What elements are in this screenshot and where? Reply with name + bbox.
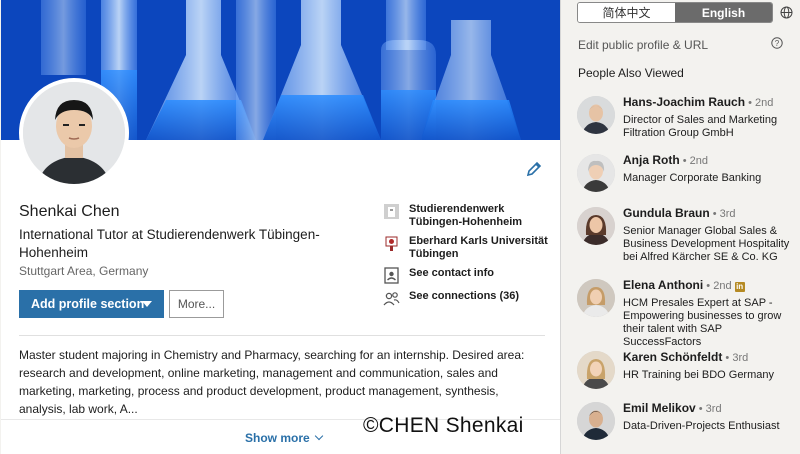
lang-option-english[interactable]: English: [675, 3, 772, 22]
person-photo: [577, 279, 615, 317]
help-icon[interactable]: ?: [771, 37, 783, 49]
person-name[interactable]: Hans-Joachim Rauch: [623, 95, 745, 109]
add-profile-section-label: Add profile section: [31, 297, 145, 311]
people-also-viewed-title: People Also Viewed: [578, 66, 684, 80]
school-label: Eberhard Karls Universität Tübingen: [409, 235, 548, 260]
person-name[interactable]: Gundula Braun: [623, 206, 710, 220]
degree-badge: • 2nd: [682, 155, 708, 167]
degree-badge: • 3rd: [712, 208, 736, 220]
list-item[interactable]: Gundula Braun • 3rd Senior Manager Globa…: [577, 207, 797, 264]
person-name[interactable]: Emil Melikov: [623, 401, 696, 415]
person-photo: [577, 96, 615, 134]
side-item-school[interactable]: Eberhard Karls Universität Tübingen: [383, 235, 553, 261]
profile-location: Stuttgart Area, Germany: [19, 264, 149, 278]
avatar[interactable]: [577, 351, 615, 389]
person-name[interactable]: Anja Roth: [623, 153, 680, 167]
list-item[interactable]: Anja Roth • 2nd Manager Corporate Bankin…: [577, 154, 797, 192]
more-button[interactable]: More...: [169, 290, 224, 318]
list-item[interactable]: Hans-Joachim Rauch • 2nd Director of Sal…: [577, 96, 797, 140]
connections-icon: [383, 292, 400, 306]
person-photo: [23, 82, 125, 184]
degree-badge: • 3rd: [725, 352, 749, 364]
globe-icon[interactable]: [780, 6, 793, 19]
contact-card-icon: [384, 267, 399, 284]
avatar[interactable]: [577, 207, 615, 245]
person-name[interactable]: Elena Anthoni: [623, 278, 703, 292]
connections-link: See connections (36): [409, 290, 520, 302]
avatar[interactable]: [577, 402, 615, 440]
company-label: Studierendenwerk Tübingen-Hohenheim: [409, 203, 523, 228]
watermark: ©CHEN Shenkai: [363, 414, 524, 437]
language-toggle[interactable]: 简体中文 English: [577, 2, 773, 23]
avatar[interactable]: [577, 279, 615, 317]
avatar[interactable]: [577, 154, 615, 192]
show-more-link[interactable]: Show more: [245, 431, 323, 445]
person-photo: [577, 402, 615, 440]
chevron-down-icon: [314, 431, 323, 441]
contact-info-link: See contact info: [409, 267, 494, 279]
profile-summary: Master student majoring in Chemistry and…: [19, 348, 525, 416]
profile-card: Shenkai Chen International Tutor at Stud…: [1, 0, 561, 454]
caret-down-icon: [142, 301, 152, 307]
company-icon: [384, 204, 399, 219]
side-item-company[interactable]: Studierendenwerk Tübingen-Hohenheim: [383, 203, 553, 229]
lang-option-chinese[interactable]: 简体中文: [578, 3, 675, 22]
profile-avatar[interactable]: [19, 78, 129, 188]
list-item[interactable]: Karen Schönfeldt • 3rd HR Training bei B…: [577, 351, 797, 389]
svg-text:?: ?: [775, 39, 780, 48]
person-title: HCM Presales Expert at SAP - Empowering …: [623, 297, 782, 348]
pencil-icon[interactable]: [525, 160, 543, 178]
degree-badge: • 3rd: [698, 403, 722, 415]
add-profile-section-button[interactable]: Add profile section: [19, 290, 164, 318]
profile-name: Shenkai Chen: [19, 203, 120, 220]
person-title: Manager Corporate Banking: [623, 172, 762, 184]
right-panel: 简体中文 English Edit public profile & URL ?…: [563, 0, 800, 454]
person-photo: [577, 207, 615, 245]
person-photo: [577, 154, 615, 192]
person-title: Data-Driven-Projects Enthusiast: [623, 420, 780, 432]
person-photo: [577, 351, 615, 389]
profile-headline: International Tutor at Studierendenwerk …: [19, 227, 320, 260]
degree-badge: • 2nd: [706, 280, 732, 292]
show-more-label: Show more: [245, 431, 310, 445]
person-title: Senior Manager Global Sales & Business D…: [623, 225, 790, 263]
linkedin-premium-icon: in: [734, 282, 745, 292]
person-name[interactable]: Karen Schönfeldt: [623, 350, 722, 364]
avatar[interactable]: [577, 96, 615, 134]
list-item[interactable]: Emil Melikov • 3rd Data-Driven-Projects …: [577, 402, 797, 440]
person-title: Director of Sales and Marketing Filtrati…: [623, 114, 778, 139]
side-item-contact[interactable]: See contact info: [383, 267, 553, 284]
divider: [19, 335, 545, 336]
edit-public-profile-link[interactable]: Edit public profile & URL: [578, 38, 708, 52]
school-icon: [385, 236, 398, 251]
profile-side-list: Studierendenwerk Tübingen-Hohenheim Eber…: [383, 203, 553, 313]
list-item[interactable]: Elena Anthoni • 2nd in HCM Presales Expe…: [577, 279, 797, 349]
degree-badge: • 2nd: [748, 97, 774, 109]
side-item-connections[interactable]: See connections (36): [383, 290, 553, 307]
person-title: HR Training bei BDO Germany: [623, 369, 774, 381]
